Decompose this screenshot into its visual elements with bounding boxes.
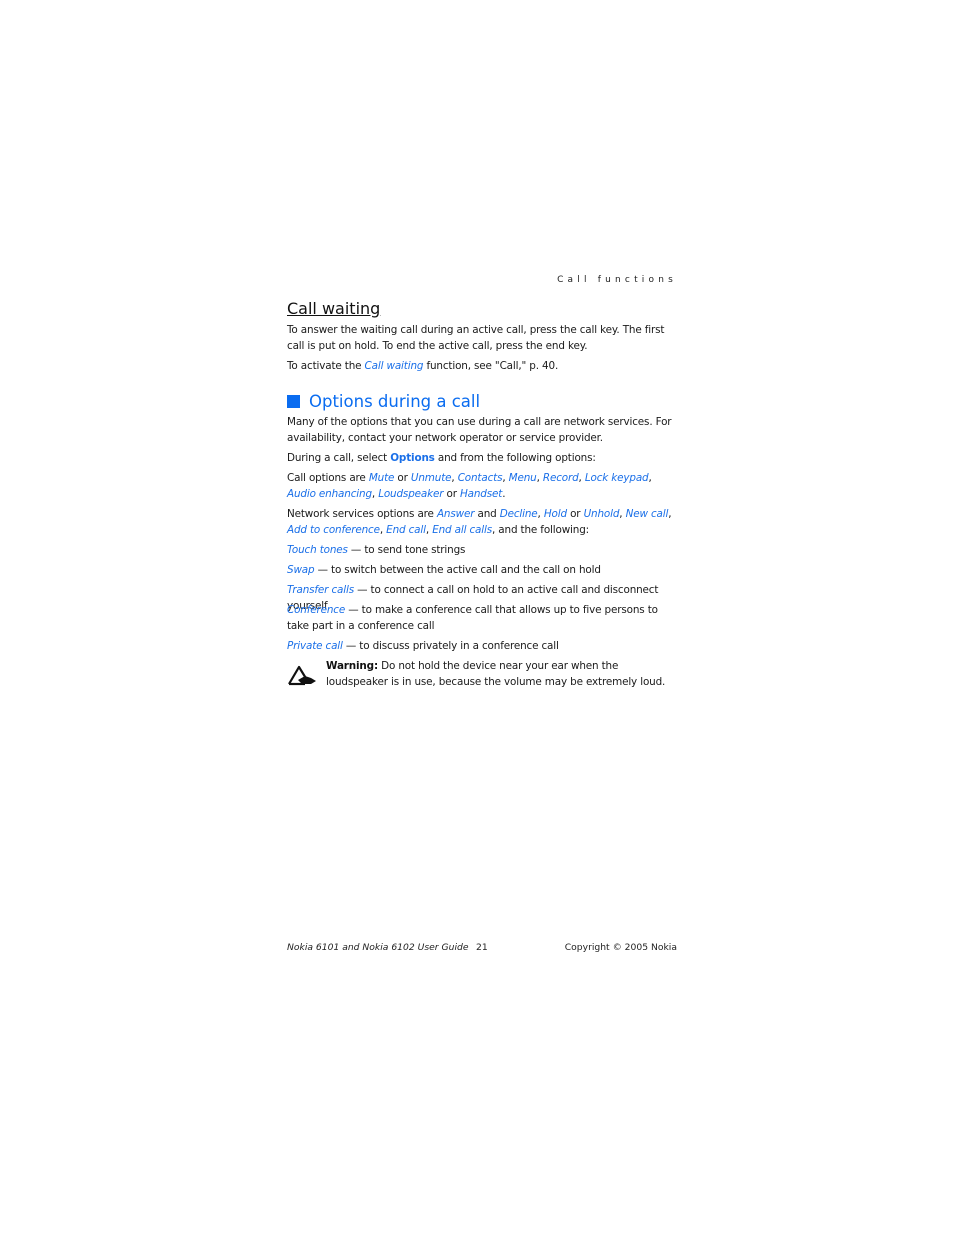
heading-square-icon <box>287 395 300 408</box>
call-options-paragraph: Call options are Mute or Unmute, Contact… <box>287 472 652 500</box>
warning-label: Warning: <box>326 660 378 672</box>
option-contacts[interactable]: Contacts <box>458 472 503 484</box>
list-item: Touch tones — to send tone strings <box>287 544 466 556</box>
option-unhold[interactable]: Unhold <box>584 508 620 520</box>
option-transfer-calls[interactable]: Transfer calls <box>287 584 354 596</box>
call-waiting-activate-paragraph: To activate the Call waiting function, s… <box>287 360 559 372</box>
footer-guide-title: Nokia 6101 and Nokia 6102 User Guide <box>287 942 469 953</box>
option-loudspeaker[interactable]: Loudspeaker <box>378 488 443 500</box>
call-waiting-link[interactable]: Call waiting <box>365 360 424 372</box>
option-touch-tones[interactable]: Touch tones <box>287 544 348 556</box>
page-number: 21 <box>476 942 488 953</box>
option-menu[interactable]: Menu <box>509 472 537 484</box>
options-select-paragraph: During a call, select Options and from t… <box>287 452 596 464</box>
warning-text: Warning: Do not hold the device near you… <box>326 660 666 688</box>
network-options-paragraph: Network services options are Answer and … <box>287 508 672 536</box>
section-title-call-waiting: Call waiting <box>287 299 381 318</box>
option-mute[interactable]: Mute <box>369 472 395 484</box>
list-item: Private call — to discuss privately in a… <box>287 640 559 652</box>
warning-icon <box>288 665 316 686</box>
option-add-to-conference[interactable]: Add to conference <box>287 524 380 536</box>
option-new-call[interactable]: New call <box>626 508 669 520</box>
running-head: Call functions <box>557 275 677 285</box>
option-private-call[interactable]: Private call <box>287 640 343 652</box>
option-conference[interactable]: Conference <box>287 604 345 616</box>
option-end-call[interactable]: End call <box>386 524 426 536</box>
list-item: Conference — to make a conference call t… <box>287 604 658 632</box>
option-end-all-calls[interactable]: End all calls <box>432 524 492 536</box>
option-audio-enhancing[interactable]: Audio enhancing <box>287 488 372 500</box>
option-handset[interactable]: Handset <box>460 488 502 500</box>
options-intro-paragraph: Many of the options that you can use dur… <box>287 416 672 444</box>
option-decline[interactable]: Decline <box>500 508 538 520</box>
option-answer[interactable]: Answer <box>437 508 475 520</box>
footer-copyright: Copyright © 2005 Nokia <box>564 942 677 953</box>
call-waiting-paragraph: To answer the waiting call during an act… <box>287 324 665 352</box>
option-unmute[interactable]: Unmute <box>411 472 452 484</box>
list-item: Swap — to switch between the active call… <box>287 564 601 576</box>
section-title-options: Options during a call <box>287 392 480 411</box>
options-menu-label: Options <box>390 452 435 464</box>
option-hold[interactable]: Hold <box>544 508 567 520</box>
option-swap[interactable]: Swap <box>287 564 315 576</box>
option-lock-keypad[interactable]: Lock keypad <box>585 472 649 484</box>
option-record[interactable]: Record <box>543 472 579 484</box>
